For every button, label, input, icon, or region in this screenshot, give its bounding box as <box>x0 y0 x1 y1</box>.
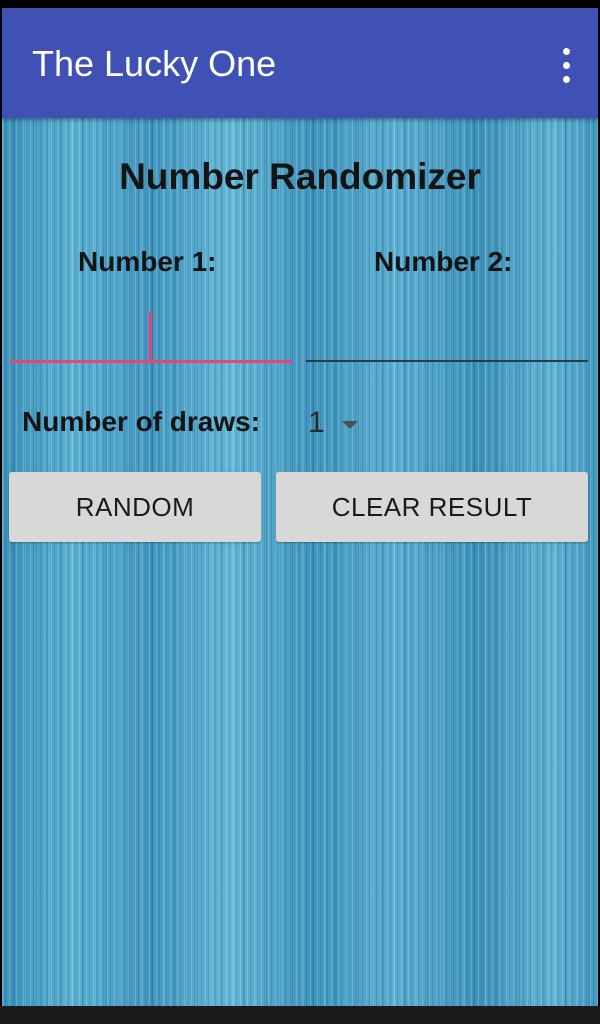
app-screen: The Lucky One Number Randomizer Number 1… <box>2 8 598 1006</box>
more-vert-icon[interactable] <box>556 46 576 86</box>
text-cursor <box>149 312 152 360</box>
system-nav-strip <box>0 1006 600 1024</box>
page-heading: Number Randomizer <box>119 156 481 197</box>
device-frame: The Lucky One Number Randomizer Number 1… <box>0 0 600 1024</box>
menu-dot <box>563 48 570 55</box>
clear-result-button[interactable]: CLEAR RESULT <box>276 472 588 542</box>
number1-label: Number 1: <box>78 246 217 277</box>
draws-label: Number of draws: <box>22 406 261 437</box>
draws-selected-value: 1 <box>308 406 325 439</box>
dropdown-arrow-icon <box>342 421 358 429</box>
menu-dot <box>563 62 570 69</box>
number2-label: Number 2: <box>374 246 513 277</box>
random-button[interactable]: RANDOM <box>9 472 261 542</box>
app-bar: The Lucky One <box>2 8 598 118</box>
menu-dot <box>563 76 570 83</box>
number2-input[interactable] <box>306 300 588 362</box>
draws-spinner[interactable]: 1 <box>308 404 368 448</box>
app-title: The Lucky One <box>32 43 277 84</box>
